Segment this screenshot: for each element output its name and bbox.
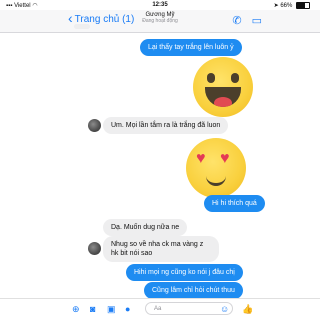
laughing-emoji-sticker[interactable] xyxy=(193,57,253,117)
emoji-smile xyxy=(206,174,226,186)
message-outgoing[interactable]: Hihi mọi ng cũng ko nói j đâu chị xyxy=(126,264,243,281)
emoji-tongue xyxy=(214,97,232,107)
previous-message-fragment xyxy=(74,24,90,29)
emoji-mouth xyxy=(205,87,241,107)
battery-fill xyxy=(297,3,305,8)
laughing-emoji-icon xyxy=(207,73,215,83)
message-outgoing[interactable]: Cũng lâm chỉ hỏi chút thuu xyxy=(144,282,243,299)
message-incoming[interactable]: Um. Mọi lần tắm ra là trắng đã luon xyxy=(103,117,229,134)
like-icon[interactable]: 👍 xyxy=(242,304,253,315)
message-outgoing[interactable]: Lại thấy tay trắng lên luôn ỷ xyxy=(140,39,242,56)
message-composer: ⊕ ◙ ▣ ● Aa ☺ 👍 xyxy=(0,298,320,320)
battery-icon xyxy=(296,2,310,9)
location-icon: ➤ xyxy=(273,3,279,10)
emoji-heart: ♥ xyxy=(220,150,230,167)
emoji-icon[interactable]: ☺ xyxy=(220,304,229,314)
message-incoming[interactable]: Nhug so về nha ck ma vàng z hk bit nói s… xyxy=(103,236,219,262)
contact-status: Đang hoạt động xyxy=(142,18,178,24)
header-actions: ✆ ▭ xyxy=(222,14,262,27)
heart-eyes-emoji-icon: ♥ xyxy=(196,150,206,167)
clock: 12:35 xyxy=(152,2,168,8)
message-incoming[interactable]: Dạ. Muốn dug nữa ne xyxy=(103,219,188,236)
heart-eyes-emoji-sticker[interactable]: ♥ ♥ xyxy=(186,138,246,198)
emoji-eye xyxy=(231,73,239,83)
phone-call-icon[interactable]: ✆ xyxy=(232,15,241,27)
avatar[interactable] xyxy=(88,242,101,255)
video-call-icon[interactable]: ▭ xyxy=(252,15,262,27)
message-outgoing[interactable]: Hi hi thích quá xyxy=(204,195,265,212)
camera-icon[interactable]: ◙ xyxy=(90,304,95,314)
avatar[interactable] xyxy=(88,119,101,132)
contact-title[interactable]: Gương Mỹ Đang hoạt động xyxy=(0,12,320,24)
microphone-icon[interactable]: ● xyxy=(125,304,130,314)
plus-icon[interactable]: ⊕ xyxy=(72,304,80,315)
battery-indicator: ➤ 66% xyxy=(274,2,310,9)
conversation-header: ‹ Trang chủ (1) Gương Mỹ Đang hoạt động ✆… xyxy=(0,10,320,33)
photo-icon[interactable]: ▣ xyxy=(107,304,116,315)
chat-screen: ▪▪▪ Viettel ◠ 12:35 ➤ 66% ‹ Trang chủ (1)… xyxy=(0,0,320,320)
status-bar: ▪▪▪ Viettel ◠ 12:35 ➤ 66% xyxy=(0,0,320,10)
